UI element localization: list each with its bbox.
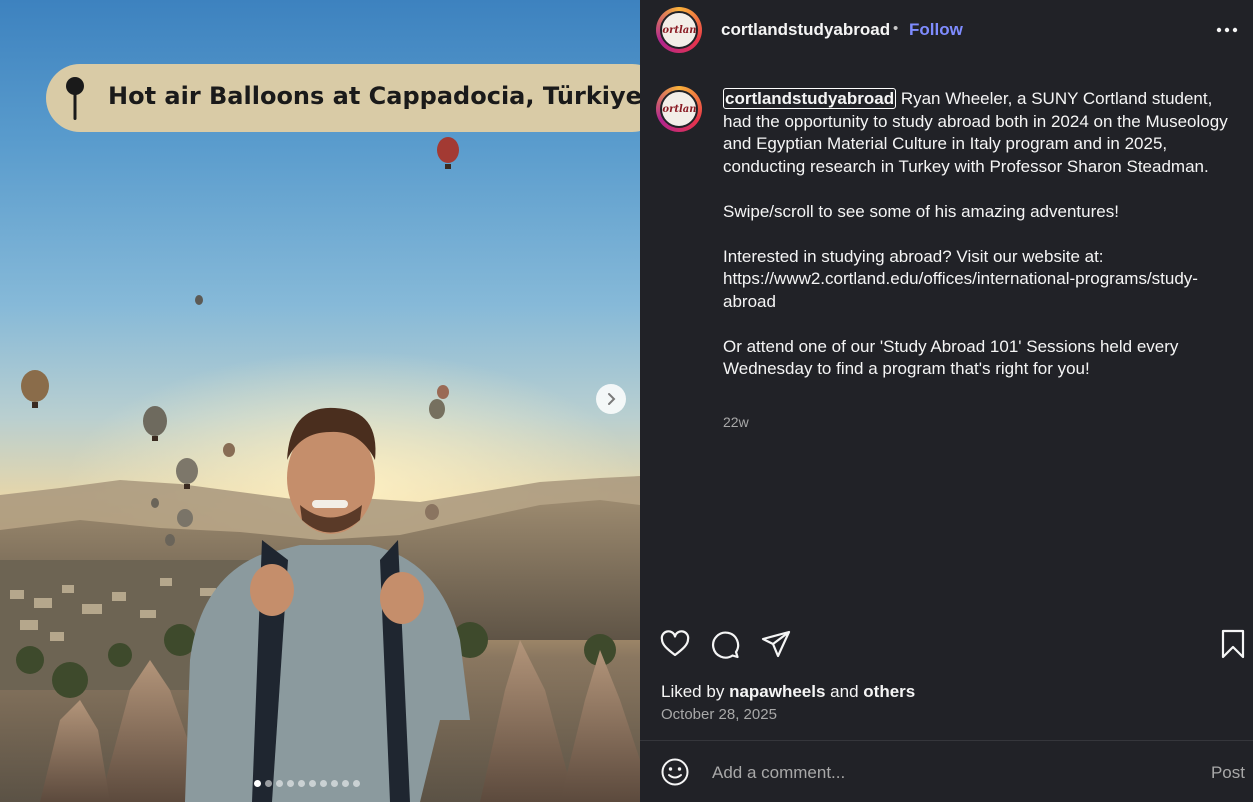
carousel-dot [309,780,316,787]
post-date[interactable]: October 28, 2025 [661,706,777,723]
caption-username[interactable]: cortlandstudyabroad [723,88,897,109]
carousel-dot [276,780,283,787]
post-details-panel: Cortland cortlandstudyabroad • Follow Co… [640,0,1253,802]
comment-icon[interactable] [709,628,741,660]
caption-paragraph: Or attend one of our 'Study Abroad 101' … [723,336,1179,379]
avatar-logo: Cortland [662,103,697,115]
bookmark-icon[interactable] [1217,628,1249,660]
heart-icon[interactable] [659,628,691,660]
likes-summary: Liked by napawheels and others [661,682,915,702]
profile-avatar[interactable]: Cortland [656,7,702,53]
header-username[interactable]: cortlandstudyabroad [721,20,890,40]
emoji-icon[interactable] [660,757,690,787]
carousel-indicator [254,780,360,787]
location-title: Hot air Balloons at Cappadocia, Türkiye [108,82,640,110]
carousel-dot [331,780,338,787]
carousel-dot [342,780,349,787]
post-comment-button[interactable]: Post [1211,763,1245,783]
caption-paragraph: Interested in studying abroad? Visit our… [723,246,1243,314]
comment-bar: Post [640,741,1253,802]
caption-link: https://www2.cortland.edu/offices/intern… [723,269,1198,311]
comment-input[interactable] [710,759,1184,787]
instagram-post: Hot air Balloons at Cappadocia, Türkiye … [0,0,1253,802]
follow-button[interactable]: Follow [909,20,963,40]
carousel-dot [353,780,360,787]
map-pin-icon [66,77,84,120]
carousel-dot [254,780,261,787]
caption-paragraph: Swipe/scroll to see some of his amazing … [723,201,1119,221]
caption-avatar[interactable]: Cortland [656,86,702,132]
likes-user-link[interactable]: napawheels [729,682,825,701]
more-options-icon[interactable] [1215,19,1239,41]
caption-line: Interested in studying abroad? Visit our… [723,246,1104,266]
post-media[interactable]: Hot air Balloons at Cappadocia, Türkiye [0,0,640,802]
post-caption: cortlandstudyabroad Ryan Wheeler, a SUNY… [723,88,1243,381]
chevron-right-icon [608,393,616,405]
carousel-dot [265,780,272,787]
likes-conjunction: and [830,682,859,701]
location-banner: Hot air Balloons at Cappadocia, Türkiye [46,64,640,132]
carousel-dot [298,780,305,787]
carousel-dot [287,780,294,787]
carousel-dot [320,780,327,787]
likes-prefix: Liked by [661,682,725,701]
likes-others-link[interactable]: others [863,682,915,701]
header-separator: • [893,20,899,37]
share-icon[interactable] [760,628,792,660]
action-bar [640,620,1253,668]
avatar-logo: Cortland [662,24,697,36]
caption-time-ago[interactable]: 22w [723,414,749,430]
post-header: Cortland cortlandstudyabroad • Follow [640,0,1253,60]
carousel-next-button[interactable] [596,384,626,414]
